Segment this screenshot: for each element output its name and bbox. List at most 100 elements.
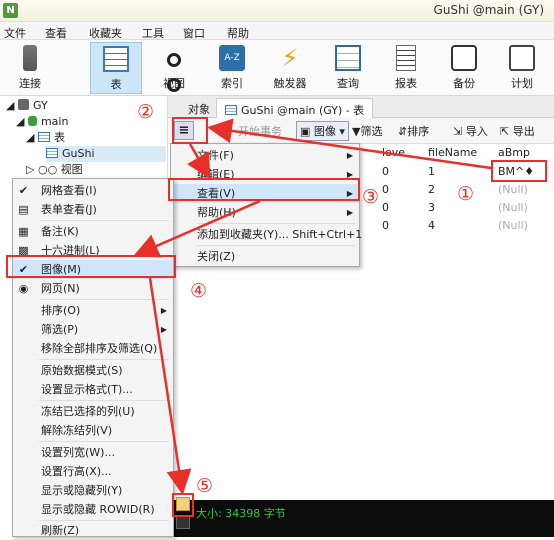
table-cell[interactable]: (Null) — [498, 217, 528, 235]
toolbar-backup-button[interactable]: 备份 — [438, 42, 490, 94]
menu-item-remove-sort-filter[interactable]: 移除全部排序及筛选(Q) — [13, 339, 173, 358]
menu-item-raw-mode[interactable]: 原始数据模式(S) — [13, 361, 173, 380]
status-text: 大小: 34398 字节 — [196, 507, 286, 520]
table-cell[interactable]: 0 — [382, 181, 389, 199]
toolbar-table-button[interactable]: 表 — [90, 42, 142, 94]
sort-icon: ⇵ — [398, 125, 408, 138]
menu-label: 关闭(Z) — [197, 250, 236, 263]
table-cell[interactable]: 0 — [382, 163, 389, 181]
step-4-label: ④ — [190, 280, 208, 302]
table-icon — [46, 148, 58, 158]
filter-button[interactable]: ▼筛选 — [352, 123, 382, 139]
image-view-button[interactable]: ▣ 图像 ▾ — [296, 121, 349, 141]
menu-label: 筛选(P) — [41, 323, 79, 336]
menu-item-help[interactable]: 帮助(H) ▶ — [171, 203, 359, 222]
index-icon: A-Z — [219, 45, 245, 71]
export-button[interactable]: ⇱ 导出 — [500, 123, 535, 139]
toolbar-label: 表 — [110, 78, 122, 91]
save-icon[interactable] — [176, 515, 190, 529]
expand-icon[interactable]: ▷ — [26, 163, 38, 176]
table-cell[interactable]: 1 — [428, 163, 435, 181]
tree-table-gushi[interactable]: GuShi — [46, 146, 166, 162]
report-icon — [396, 45, 416, 71]
menu-item-toggle-columns[interactable]: 显示或隐藏列(Y) — [13, 481, 173, 500]
expand-icon[interactable]: ◢ — [16, 115, 28, 128]
menu-separator — [39, 441, 169, 442]
menu-separator — [39, 299, 169, 300]
table-cell[interactable]: 4 — [428, 217, 435, 235]
expand-icon[interactable]: ◢ — [6, 99, 18, 112]
table-cell[interactable]: (Null) — [498, 181, 528, 199]
tree-tables-node[interactable]: ◢ 表 — [26, 130, 65, 146]
table-icon — [103, 46, 129, 72]
toolbar-connection-button[interactable]: 连接 — [4, 42, 56, 94]
expand-icon[interactable]: ◢ — [26, 131, 38, 144]
toolbar-view-button[interactable]: 视图 — [148, 42, 200, 94]
menu-item-refresh[interactable]: 刷新(Z) — [13, 521, 173, 540]
menu-item-add-favorite[interactable]: 添加到收藏夹(Y)... Shift+Ctrl+1 — [171, 225, 363, 244]
sort-button[interactable]: ⇵排序 — [398, 123, 429, 139]
tree-views-node[interactable]: ▷ ○○ 视图 — [26, 162, 83, 178]
database-icon — [27, 116, 37, 126]
menu-item-display-format[interactable]: 设置显示格式(T)... — [13, 380, 173, 399]
submenu-arrow-icon: ▶ — [346, 208, 353, 217]
table-icon — [225, 105, 237, 115]
menu-item-column-width[interactable]: 设置列宽(W)... — [13, 443, 173, 462]
begin-transaction-button[interactable]: 开始事务 — [238, 123, 282, 139]
button-label: 排序 — [407, 125, 430, 138]
view-submenu: ✔ 网格查看(I) ▤ 表单查看(J) ▦ 备注(K) ▩ 十六进制(L) ✔ 图像(M)… — [12, 178, 174, 537]
import-button[interactable]: ⇲ 导入 — [453, 123, 488, 139]
menu-item-note[interactable]: ▦ 备注(K) — [13, 222, 173, 241]
tree-server-node[interactable]: ◢ GY — [6, 98, 48, 114]
menu-label: 设置列宽(W)... — [41, 446, 115, 459]
button-label: 导出 — [512, 125, 535, 138]
menu-label: 添加到收藏夹(Y)... Shift+Ctrl+1 — [197, 228, 363, 241]
table-toolbar: ≡ 开始事务 ▣ 图像 ▾ ▼筛选 ⇵排序 ⇲ 导入 ⇱ 导出 — [168, 118, 554, 144]
highlight-bottom-icon — [172, 493, 194, 517]
menu-item-row-height[interactable]: 设置行高(X)... — [13, 462, 173, 481]
toolbar-schedule-button[interactable]: 计划 — [496, 42, 548, 94]
table-cell[interactable]: 0 — [382, 199, 389, 217]
toolbar-trigger-button[interactable]: ⚡ 触发器 — [264, 42, 316, 94]
tree-database-node[interactable]: ◢ main — [16, 114, 68, 130]
menu-help[interactable]: 帮助 — [227, 25, 249, 41]
table-cell[interactable]: 2 — [428, 181, 435, 199]
toolbar-index-button[interactable]: A-Z 索引 — [206, 42, 258, 94]
menu-window[interactable]: 窗口 — [183, 25, 205, 41]
tab-objects[interactable]: 对象 — [180, 98, 218, 118]
table-cell[interactable]: 0 — [382, 217, 389, 235]
menu-item-freeze-columns[interactable]: 冻结已选择的列(U) — [13, 402, 173, 421]
menu-item-sort[interactable]: 排序(O) ▶ — [13, 301, 173, 320]
step-2-label: ② — [137, 101, 155, 123]
menu-file[interactable]: 文件 — [4, 25, 26, 41]
table-cell[interactable]: 3 — [428, 199, 435, 217]
menu-label: 文件(F) — [197, 149, 234, 162]
menu-item-unfreeze-columns[interactable]: 解除冻结列(V) — [13, 421, 173, 440]
menu-item-toggle-rowid[interactable]: 显示或隐藏 ROWID(R) — [13, 500, 173, 519]
menu-item-form-view[interactable]: ▤ 表单查看(J) — [13, 200, 173, 219]
menu-tools[interactable]: 工具 — [142, 25, 164, 41]
menu-item-filter[interactable]: 筛选(P) ▶ — [13, 320, 173, 339]
column-header-filename[interactable]: fileName — [428, 144, 477, 162]
tree-label: GuShi — [62, 147, 95, 160]
menu-label: 原始数据模式(S) — [41, 364, 123, 377]
form-icon: ▤ — [18, 203, 29, 216]
toolbar-report-button[interactable]: 报表 — [380, 42, 432, 94]
column-header-love[interactable]: love — [382, 144, 405, 162]
menu-label: 显示或隐藏 ROWID(R) — [41, 503, 155, 516]
table-cell[interactable]: (Null) — [498, 199, 528, 217]
menu-view[interactable]: 查看 — [45, 25, 67, 41]
view-icon: ○○ — [37, 163, 61, 176]
highlight-abmp-cell — [491, 160, 547, 182]
menu-item-web[interactable]: ◉ 网页(N) — [13, 279, 173, 298]
trigger-icon: ⚡ — [281, 44, 299, 72]
menu-item-file[interactable]: 文件(F) ▶ — [171, 146, 359, 165]
toolbar-query-button[interactable]: 查询 — [322, 42, 374, 94]
menu-favorites[interactable]: 收藏夹 — [89, 25, 122, 41]
tab-table-gushi[interactable]: GuShi @main (GY) - 表 — [216, 98, 374, 118]
schedule-icon — [509, 45, 535, 71]
title-bar: N GuShi @main (GY) — [0, 0, 554, 22]
menu-item-grid-view[interactable]: ✔ 网格查看(I) — [13, 181, 173, 200]
view-icon — [161, 45, 187, 92]
menu-item-close[interactable]: 关闭(Z) — [171, 247, 359, 266]
